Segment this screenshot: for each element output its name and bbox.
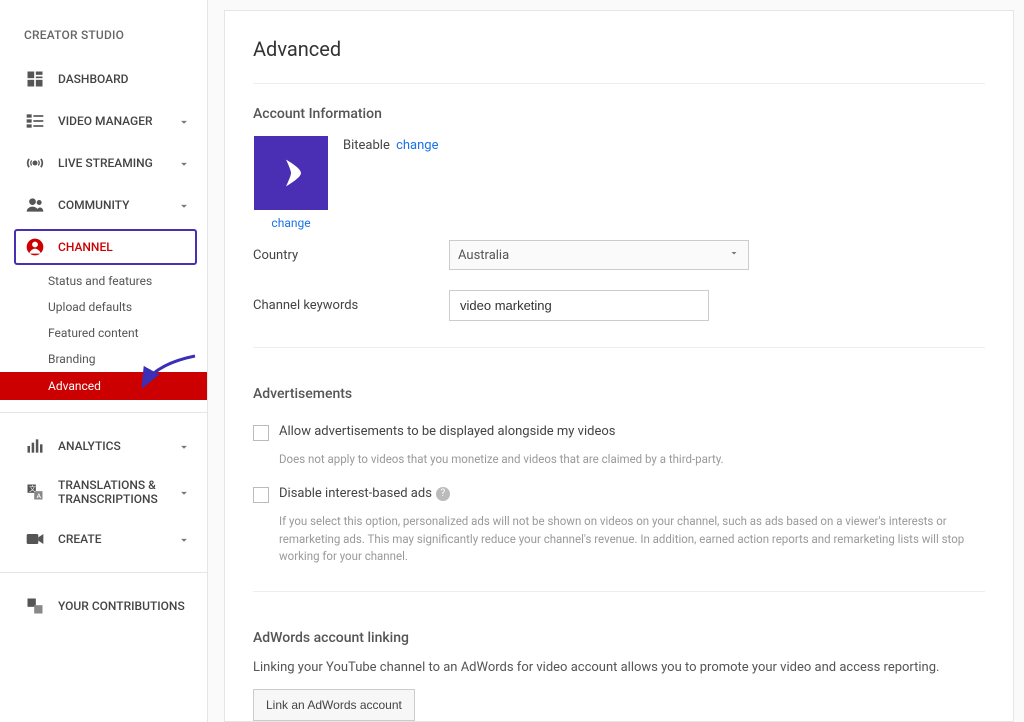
panel: Advanced Account Information change Bite… [224, 10, 1014, 722]
chevron-down-icon [177, 486, 189, 498]
chevron-down-icon [177, 533, 189, 545]
live-streaming-icon [24, 153, 46, 173]
disable-interest-ads-label: Disable interest-based ads? [279, 486, 450, 501]
allow-ads-label: Allow advertisements to be displayed alo… [279, 424, 616, 439]
sidebar-item-dashboard[interactable]: DASHBOARD [0, 58, 207, 100]
sidebar-item-label: VIDEO MANAGER [58, 114, 177, 128]
analytics-icon [24, 436, 46, 456]
sidebar-item-contributions[interactable]: YOUR CONTRIBUTIONS [0, 585, 207, 627]
account-name-text: Biteable [343, 138, 390, 153]
sidebar-item-channel[interactable]: CHANNEL [14, 229, 197, 265]
sidebar-item-label: CREATE [58, 532, 177, 546]
sidebar-item-label: CHANNEL [58, 240, 187, 254]
sidebar-item-label: LIVE STREAMING [58, 156, 177, 170]
channel-icon [24, 237, 46, 257]
subitem-featured-content[interactable]: Featured content [48, 320, 207, 346]
sidebar-item-video-manager[interactable]: VIDEO MANAGER [0, 100, 207, 142]
sidebar-item-label: TRANSLATIONS & TRANSCRIPTIONS [58, 478, 177, 507]
sidebar-item-analytics[interactable]: ANALYTICS [0, 425, 207, 467]
sidebar-item-label: YOUR CONTRIBUTIONS [58, 599, 189, 613]
chevron-down-icon [177, 440, 189, 452]
community-icon [24, 195, 46, 215]
create-icon [24, 529, 46, 549]
change-avatar-link[interactable]: change [271, 216, 310, 230]
sidebar-title: CREATOR STUDIO [0, 18, 207, 58]
divider [0, 412, 207, 413]
sidebar-item-community[interactable]: COMMUNITY [0, 184, 207, 226]
channel-subitems: Status and features Upload defaults Feat… [0, 268, 207, 400]
channel-avatar [254, 136, 328, 210]
adwords-desc: Linking your YouTube channel to an AdWor… [253, 660, 985, 689]
svg-text:文: 文 [29, 485, 36, 494]
help-icon[interactable]: ? [436, 487, 450, 501]
sidebar-item-label: DASHBOARD [58, 72, 189, 86]
disable-interest-ads-help: If you select this option, personalized … [253, 511, 985, 575]
chevron-down-icon [177, 115, 189, 127]
account-section: Account Information change Biteable chan… [225, 84, 1013, 721]
subitem-branding[interactable]: Branding [48, 346, 207, 372]
subitem-advanced[interactable]: Advanced [0, 372, 207, 400]
dashboard-icon [24, 69, 46, 89]
ads-section-title: Advertisements [253, 364, 985, 416]
allow-ads-checkbox[interactable] [253, 425, 269, 441]
sidebar-item-translations[interactable]: 文A TRANSLATIONS & TRANSCRIPTIONS [0, 467, 207, 518]
keywords-input[interactable] [449, 290, 709, 321]
svg-text:A: A [37, 492, 42, 500]
account-name: Biteable change [343, 136, 439, 153]
country-value: Australia [458, 248, 509, 263]
content: Advanced Account Information change Bite… [208, 0, 1024, 722]
subitem-status[interactable]: Status and features [48, 268, 207, 294]
keywords-label: Channel keywords [253, 298, 449, 313]
chevron-down-icon [177, 157, 189, 169]
page-title: Advanced [253, 11, 985, 84]
translations-icon: 文A [24, 482, 46, 502]
change-name-link[interactable]: change [396, 138, 438, 153]
sidebar-item-label: ANALYTICS [58, 439, 177, 453]
chevron-down-icon [728, 247, 740, 263]
sidebar-item-create[interactable]: CREATE [0, 518, 207, 560]
sidebar: CREATOR STUDIO DASHBOARD VIDEO MANAGER L… [0, 0, 208, 722]
disable-interest-ads-checkbox[interactable] [253, 487, 269, 503]
divider [0, 572, 207, 573]
sidebar-item-label: COMMUNITY [58, 198, 177, 212]
contributions-icon [24, 596, 46, 616]
link-adwords-button[interactable]: Link an AdWords account [253, 689, 415, 721]
adwords-section-title: AdWords account linking [253, 608, 985, 660]
country-select[interactable]: Australia [449, 240, 749, 270]
subitem-upload-defaults[interactable]: Upload defaults [48, 294, 207, 320]
country-label: Country [253, 248, 449, 263]
sidebar-item-live-streaming[interactable]: LIVE STREAMING [0, 142, 207, 184]
video-manager-icon [24, 111, 46, 131]
account-section-title: Account Information [253, 84, 985, 136]
allow-ads-help: Does not apply to videos that you moneti… [253, 449, 985, 478]
chevron-down-icon [177, 199, 189, 211]
